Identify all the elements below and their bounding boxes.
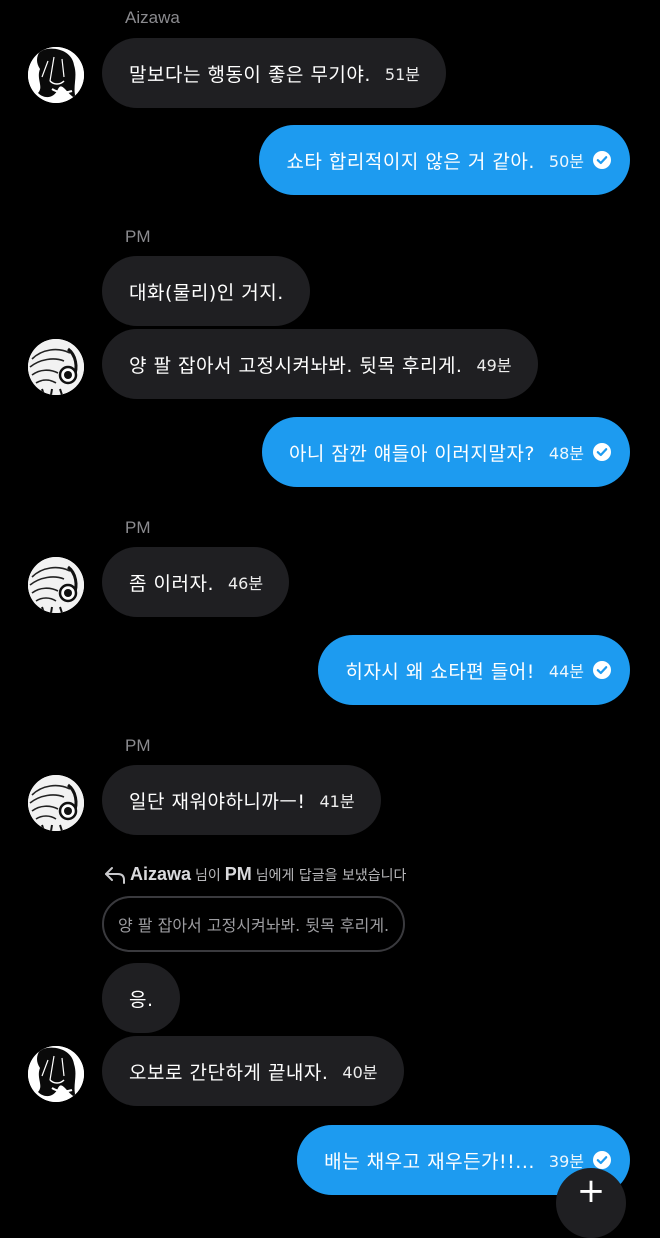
reply-context: Aizawa 님이 PM 님에게 답글을 보냈습니다 — [104, 864, 406, 885]
message-time: 44분 — [548, 662, 584, 681]
message-time: 40분 — [342, 1063, 378, 1082]
message-bubble-incoming[interactable]: 오보로 간단하게 끝내자. 40분 — [102, 1036, 404, 1106]
pm-avatar-icon — [28, 557, 84, 613]
reply-to-name: PM — [224, 864, 252, 884]
message-text: 오보로 간단하게 끝내자. — [129, 1061, 329, 1084]
message-time: 49분 — [476, 356, 512, 375]
avatar-pm[interactable] — [28, 339, 84, 395]
message-bubble-incoming[interactable]: 말보다는 행동이 좋은 무기야. 51분 — [102, 38, 447, 108]
plus-icon: + — [576, 1171, 606, 1211]
message-text: 아니 잠깐 얘들아 이러지말자? — [288, 442, 535, 465]
message-text: 일단 재워야하니까ㅡ! — [129, 790, 306, 813]
message-text: 배는 채우고 재우든가!!... — [324, 1150, 535, 1173]
message-text: 응. — [129, 988, 154, 1011]
message-time: 46분 — [228, 574, 264, 593]
check-circle-icon — [593, 151, 611, 169]
check-circle-icon — [593, 661, 611, 679]
message-bubble-incoming[interactable]: 일단 재워야하니까ㅡ! 41분 — [102, 765, 381, 835]
message-text: 양 팔 잡아서 고정시켜놔봐. 뒷목 후리게. — [129, 354, 463, 377]
quoted-message-text: 양 팔 잡아서 고정시켜놔봐. 뒷목 후리게. — [118, 916, 390, 935]
avatar-pm[interactable] — [28, 557, 84, 613]
check-circle-icon — [593, 443, 611, 461]
sender-name-pm: PM — [125, 518, 151, 537]
pm-avatar-icon — [28, 339, 84, 395]
avatar-pm[interactable] — [28, 775, 84, 831]
pm-avatar-icon — [28, 775, 84, 831]
message-text: 쇼타 합리적이지 않은 거 같아. — [286, 150, 535, 173]
compose-button[interactable]: + — [556, 1168, 626, 1238]
message-time: 48분 — [548, 444, 584, 463]
message-bubble-incoming[interactable]: 양 팔 잡아서 고정시켜놔봐. 뒷목 후리게. 49분 — [102, 329, 538, 399]
message-time: 39분 — [548, 1152, 584, 1171]
sender-name-pm: PM — [125, 736, 151, 755]
reply-from-name: Aizawa — [130, 864, 192, 884]
message-time: 50분 — [548, 152, 584, 171]
message-bubble-incoming[interactable]: 좀 이러자. 46분 — [102, 547, 290, 617]
avatar-aizawa[interactable] — [28, 1046, 84, 1102]
aizawa-avatar-icon — [28, 1046, 84, 1102]
message-bubble-incoming[interactable]: 대화(물리)인 거지. — [102, 256, 310, 326]
message-text: 좀 이러자. — [129, 572, 214, 595]
message-text: 대화(물리)인 거지. — [129, 281, 284, 304]
sender-name-pm: PM — [125, 227, 151, 246]
aizawa-avatar-icon — [28, 47, 84, 103]
message-bubble-outgoing[interactable]: 히자시 왜 쇼타편 들어! 44분 — [318, 635, 630, 705]
avatar-aizawa[interactable] — [28, 47, 84, 103]
message-bubble-outgoing[interactable]: 쇼타 합리적이지 않은 거 같아. 50분 — [259, 125, 630, 195]
message-text: 히자시 왜 쇼타편 들어! — [345, 660, 535, 683]
check-circle-icon — [593, 1151, 611, 1169]
message-bubble-outgoing[interactable]: 아니 잠깐 얘들아 이러지말자? 48분 — [261, 417, 630, 487]
sender-name-aizawa: Aizawa — [125, 8, 180, 27]
reply-mid-text: 님이 — [195, 867, 221, 884]
reply-arrow-icon — [105, 866, 125, 884]
message-bubble-incoming[interactable]: 응. — [102, 963, 180, 1033]
reply-suffix-text: 님에게 답글을 보냈습니다 — [255, 867, 407, 884]
message-time: 51분 — [384, 65, 421, 84]
message-time: 41분 — [319, 792, 355, 811]
quoted-message[interactable]: 양 팔 잡아서 고정시켜놔봐. 뒷목 후리게. — [102, 896, 406, 952]
message-text: 말보다는 행동이 좋은 무기야. — [129, 63, 371, 86]
